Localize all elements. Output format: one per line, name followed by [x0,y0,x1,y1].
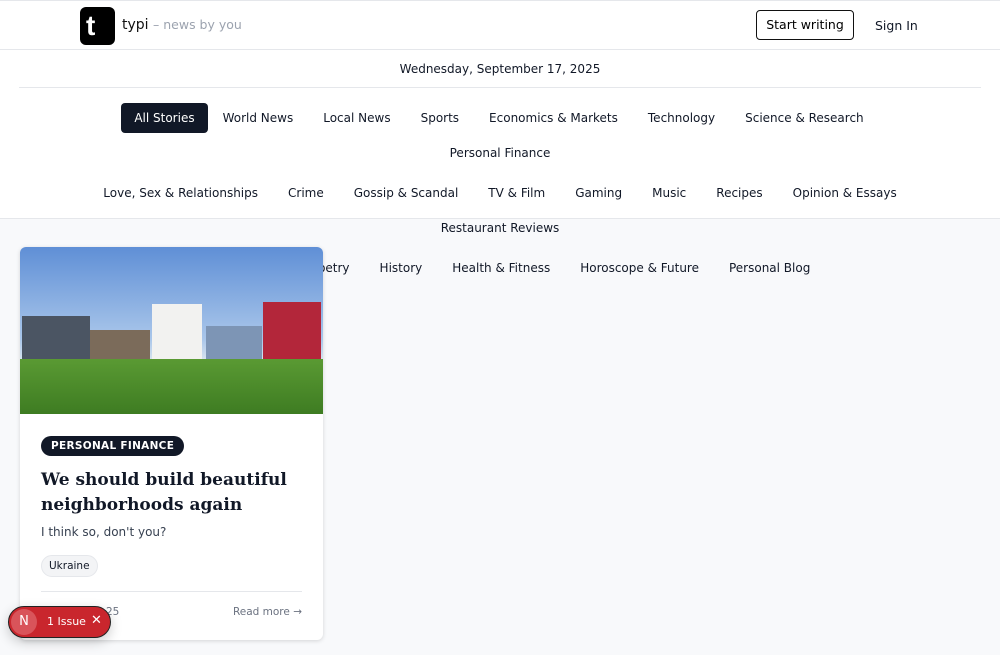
category-gaming[interactable]: Gaming [560,178,637,208]
sign-in-link[interactable]: Sign In [875,18,918,33]
category-history[interactable]: History [365,253,438,283]
category-technology[interactable]: Technology [633,103,730,133]
tagline: – news by you [153,17,242,32]
top-bar: t typi – news by you Start writing Sign … [0,0,1000,50]
category-personal-finance[interactable]: Personal Finance [435,138,566,168]
category-love-sex-relationships[interactable]: Love, Sex & Relationships [88,178,273,208]
category-personal-blog[interactable]: Personal Blog [714,253,825,283]
divider [41,591,302,592]
category-tv-film[interactable]: TV & Film [473,178,560,208]
category-sports[interactable]: Sports [406,103,474,133]
start-writing-button[interactable]: Start writing [756,10,854,40]
category-music[interactable]: Music [637,178,701,208]
article-subtitle: I think so, don't you? [41,525,167,539]
category-nav: Wednesday, September 17, 2025 All Storie… [0,50,1000,275]
category-science-research[interactable]: Science & Research [730,103,879,133]
logo[interactable]: t [80,7,115,45]
current-date: Wednesday, September 17, 2025 [19,50,981,88]
category-health-fitness[interactable]: Health & Fitness [437,253,565,283]
article-tag[interactable]: Ukraine [41,555,98,577]
close-icon[interactable]: ✕ [91,613,102,628]
category-local-news[interactable]: Local News [308,103,405,133]
category-economics-markets[interactable]: Economics & Markets [474,103,633,133]
brand: typi – news by you [122,17,242,33]
category-horoscope-future[interactable]: Horoscope & Future [565,253,714,283]
category-badge[interactable]: PERSONAL FINANCE [41,436,185,456]
article-card[interactable]: PERSONAL FINANCE We should build beautif… [20,247,323,640]
article-image [20,247,323,414]
issues-badge[interactable]: N 1 Issue ✕ [8,606,111,638]
category-gossip-scandal[interactable]: Gossip & Scandal [339,178,474,208]
article-title[interactable]: We should build beautiful neighborhoods … [41,468,301,518]
category-opinion-essays[interactable]: Opinion & Essays [778,178,912,208]
category-crime[interactable]: Crime [273,178,339,208]
read-more-link[interactable]: Read more → [233,606,302,618]
next-logo-icon: N [11,609,37,635]
category-recipes[interactable]: Recipes [701,178,777,208]
issue-count[interactable]: 1 Issue [47,615,86,628]
category-world-news[interactable]: World News [208,103,309,133]
category-all-stories[interactable]: All Stories [121,103,208,133]
brand-name: typi [122,17,149,33]
category-restaurant-reviews[interactable]: Restaurant Reviews [426,213,575,243]
